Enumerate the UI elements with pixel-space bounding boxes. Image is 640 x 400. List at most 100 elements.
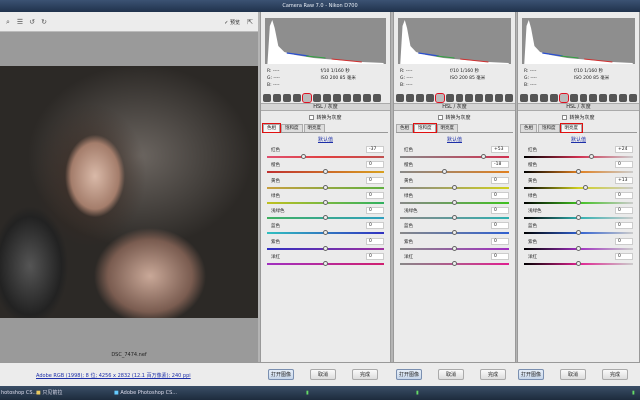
slider-thumb[interactable] — [576, 215, 581, 221]
slider-track[interactable] — [524, 156, 633, 158]
slider-value-input[interactable]: +13 — [615, 176, 633, 184]
adjustment-tool-icon[interactable] — [333, 93, 341, 102]
zoom-icon[interactable]: ⌕ — [4, 18, 12, 26]
slider-value-input[interactable]: 0 — [366, 176, 384, 184]
list-icon[interactable]: ☰ — [16, 18, 24, 26]
slider-track[interactable] — [400, 171, 509, 174]
slider-thumb[interactable] — [452, 184, 457, 190]
slider-thumb[interactable] — [442, 169, 448, 175]
preview-checkbox[interactable]: ✓ 预览 — [224, 19, 240, 26]
convert-grayscale-checkbox[interactable]: 转换为灰度 — [518, 114, 639, 121]
tab-saturation[interactable]: 饱和度 — [281, 124, 303, 132]
adjustment-tool-icon[interactable] — [529, 93, 538, 102]
tab-luminance[interactable]: 明亮度 — [436, 124, 458, 132]
adjustment-tool-icon[interactable] — [283, 93, 291, 102]
adjustment-tool-icon[interactable] — [495, 93, 504, 102]
adjustment-tool-icon[interactable] — [434, 92, 445, 103]
slider-value-input[interactable]: 0 — [615, 222, 633, 230]
cancel-button[interactable]: 取消 — [310, 369, 336, 380]
adjustment-tool-icon[interactable] — [579, 93, 588, 102]
adjustment-tool-icon[interactable] — [445, 93, 454, 102]
tab-luminance[interactable]: 明亮度 — [303, 124, 325, 132]
adjustment-tool-icon[interactable] — [505, 93, 514, 102]
adjustment-tool-icon[interactable] — [405, 93, 414, 102]
adjustment-tool-icon[interactable] — [396, 93, 404, 102]
slider-thumb[interactable] — [576, 230, 581, 236]
adjustment-tool-icon[interactable] — [558, 92, 569, 103]
slider-thumb[interactable] — [452, 230, 457, 236]
done-button[interactable]: 完成 — [352, 369, 378, 380]
slider-thumb[interactable] — [583, 184, 589, 190]
slider-thumb[interactable] — [576, 169, 581, 175]
adjustment-tool-icon[interactable] — [323, 93, 331, 102]
adjustment-tool-icon[interactable] — [549, 93, 558, 102]
slider-thumb[interactable] — [480, 154, 486, 159]
cancel-button[interactable]: 取消 — [438, 369, 464, 380]
slider-thumb[interactable] — [576, 245, 581, 251]
adjustment-tool-icon[interactable] — [363, 93, 371, 102]
adjustment-tool-icon[interactable] — [425, 93, 434, 102]
tab-hue[interactable]: 色相 — [520, 124, 537, 132]
default-link[interactable]: 默认值 — [518, 136, 639, 143]
slider-value-input[interactable]: -18 — [491, 161, 509, 169]
slider-value-input[interactable]: 0 — [366, 191, 384, 199]
slider-value-input[interactable]: 0 — [491, 191, 509, 199]
adjustment-tool-icon[interactable] — [343, 93, 351, 102]
default-link[interactable]: 默认值 — [261, 136, 390, 143]
adjustment-tool-icon[interactable] — [619, 93, 628, 102]
workflow-options-link[interactable]: Adobe RGB (1998); 8 位; 4256 x 2832 (12.1… — [36, 372, 191, 379]
adjustment-tool-icon[interactable] — [589, 93, 598, 102]
open-image-button[interactable]: 打开图像 — [396, 369, 422, 380]
adjustment-tool-icon[interactable] — [415, 93, 424, 102]
slider-track[interactable] — [400, 156, 509, 158]
slider-thumb[interactable] — [452, 215, 457, 221]
adjustment-tool-icon[interactable] — [465, 93, 474, 102]
adjustment-tool-icon[interactable] — [302, 92, 312, 103]
slider-thumb[interactable] — [323, 245, 328, 251]
open-image-button[interactable]: 打开图像 — [518, 369, 544, 380]
slider-value-input[interactable]: 0 — [491, 237, 509, 245]
adjustment-tool-icon[interactable] — [313, 93, 321, 102]
slider-thumb[interactable] — [323, 199, 328, 205]
slider-value-input[interactable]: 0 — [615, 191, 633, 199]
slider-value-input[interactable]: 0 — [366, 237, 384, 245]
tab-hue[interactable]: 色相 — [262, 123, 281, 133]
taskbar-item[interactable]: ■ 只见箭拉 — [36, 389, 62, 398]
adjustment-tool-icon[interactable] — [599, 93, 608, 102]
slider-value-input[interactable]: 0 — [615, 207, 633, 215]
slider-thumb[interactable] — [301, 154, 307, 159]
done-button[interactable]: 完成 — [602, 369, 628, 380]
convert-grayscale-checkbox[interactable]: 转换为灰度 — [394, 114, 515, 121]
slider-value-input[interactable]: 0 — [491, 222, 509, 230]
slider-value-input[interactable]: 0 — [491, 253, 509, 261]
slider-value-input[interactable]: 0 — [615, 237, 633, 245]
adjustment-tool-icon[interactable] — [455, 93, 464, 102]
slider-thumb[interactable] — [576, 199, 581, 205]
slider-value-input[interactable]: -37 — [366, 146, 384, 153]
taskbar-item[interactable]: ■ Adobe Photoshop CS... — [114, 389, 177, 398]
slider-value-input[interactable]: +53 — [491, 146, 509, 153]
checkbox-icon[interactable] — [562, 115, 568, 120]
slider-thumb[interactable] — [323, 261, 328, 267]
slider-value-input[interactable]: 0 — [366, 207, 384, 215]
slider-value-input[interactable]: 0 — [366, 222, 384, 230]
tab-luminance[interactable]: 明亮度 — [559, 123, 583, 133]
slider-track[interactable] — [524, 186, 633, 189]
slider-value-input[interactable]: 0 — [491, 176, 509, 184]
slider-thumb[interactable] — [576, 261, 581, 267]
slider-thumb[interactable] — [452, 245, 457, 251]
slider-value-input[interactable]: 0 — [615, 253, 633, 261]
adjustment-tool-icon[interactable] — [373, 93, 381, 102]
cancel-button[interactable]: 取消 — [560, 369, 586, 380]
adjustment-tool-icon[interactable] — [539, 93, 548, 102]
fullscreen-icon[interactable]: ⇱ — [246, 18, 254, 26]
tab-saturation[interactable]: 饱和度 — [538, 124, 560, 132]
convert-grayscale-checkbox[interactable]: 转换为灰度 — [261, 114, 390, 121]
slider-thumb[interactable] — [452, 261, 457, 267]
taskbar-item[interactable]: hotoshop CS... — [1, 389, 37, 398]
adjustment-tool-icon[interactable] — [485, 93, 494, 102]
tab-hue[interactable]: 色相 — [396, 124, 413, 132]
slider-thumb[interactable] — [323, 169, 328, 175]
adjustment-tool-icon[interactable] — [609, 93, 618, 102]
adjustment-tool-icon[interactable] — [293, 93, 301, 102]
